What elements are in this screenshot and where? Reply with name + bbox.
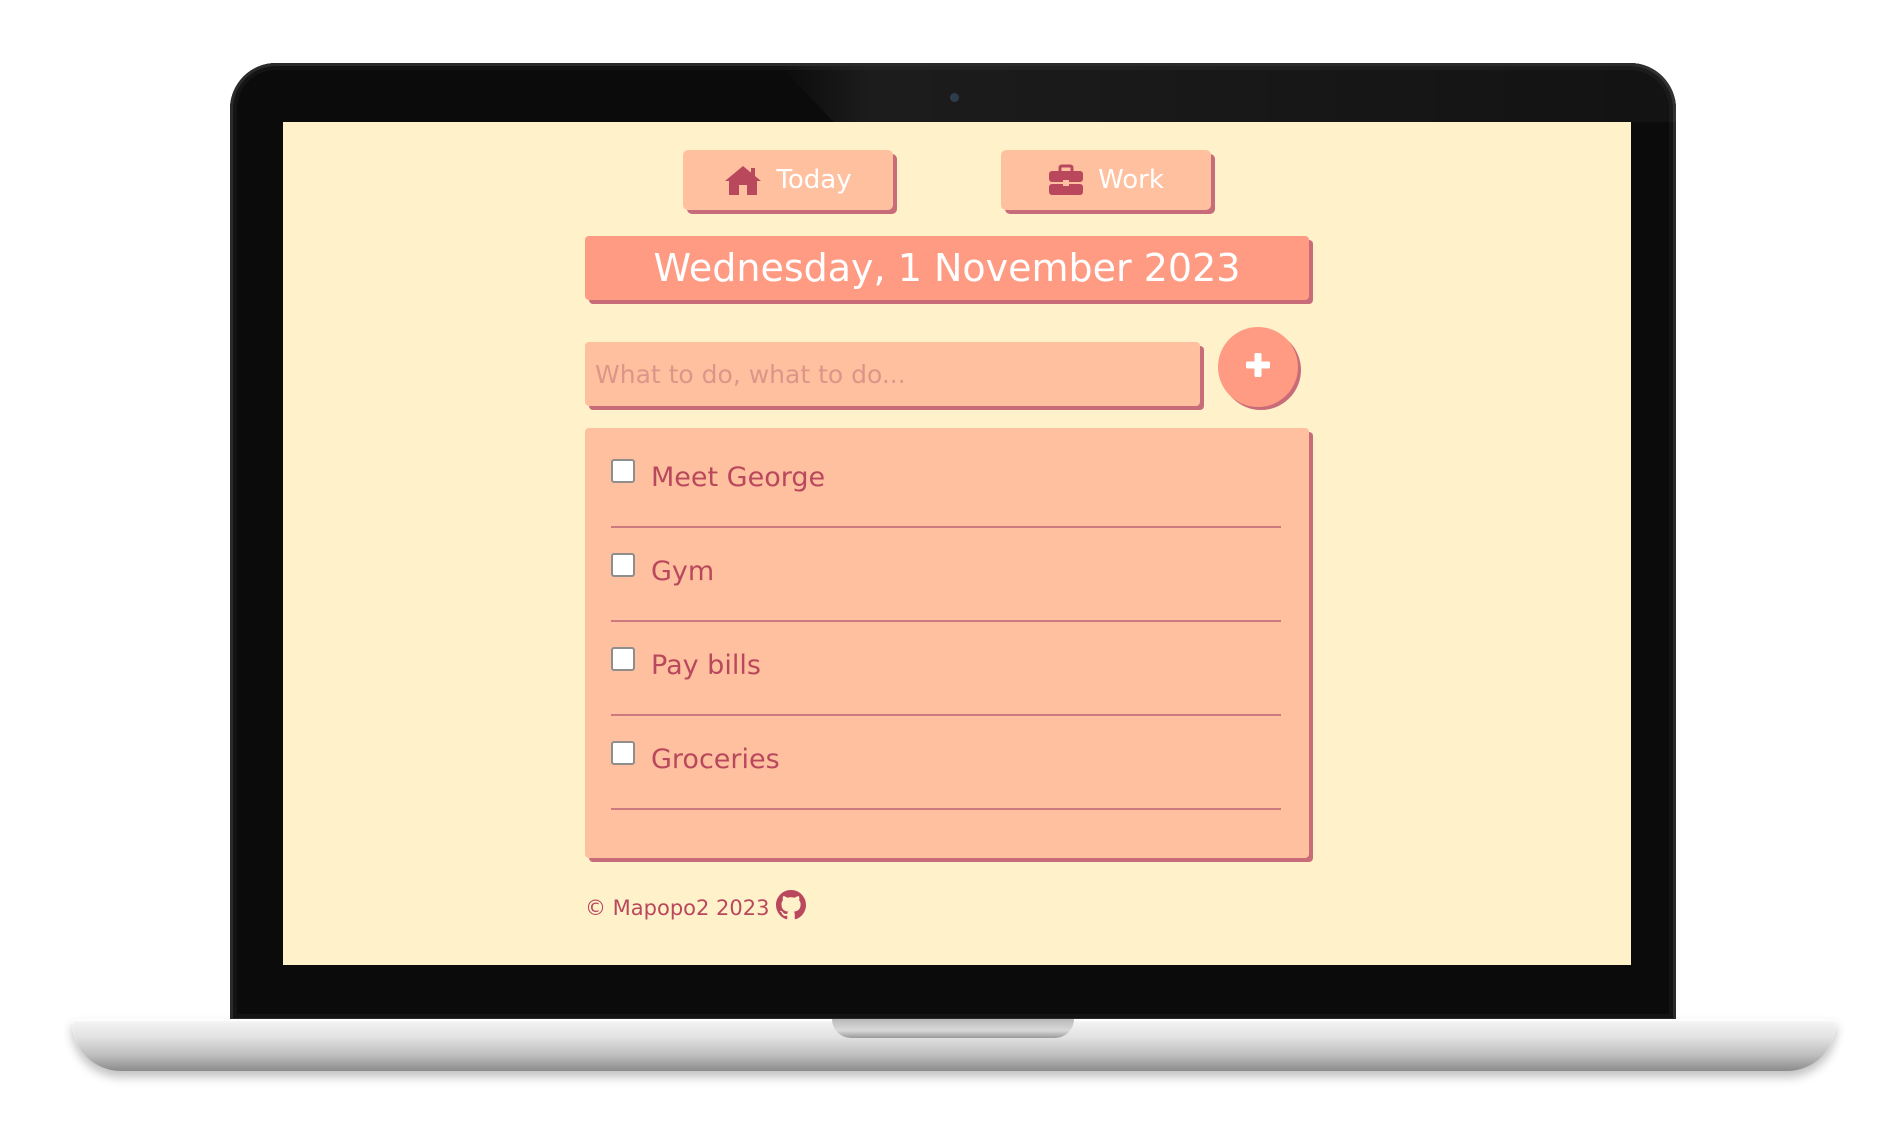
task-item: Gym — [611, 526, 1281, 622]
footer-text: © Mapopo2 2023 — [585, 895, 770, 920]
github-icon[interactable] — [775, 890, 806, 925]
work-button[interactable]: Work — [1001, 150, 1211, 210]
new-task-input[interactable] — [585, 342, 1200, 406]
add-task-button[interactable] — [1218, 327, 1298, 407]
work-button-label: Work — [1098, 165, 1164, 195]
task-checkbox[interactable] — [611, 647, 635, 671]
laptop-screen: Today Work Wednesday, 1 November 2023 Wh… — [283, 122, 1631, 965]
laptop-mockup: Today Work Wednesday, 1 November 2023 Wh… — [0, 0, 1895, 1139]
task-item: Meet George — [611, 432, 1281, 528]
task-item: Groceries — [611, 714, 1281, 810]
webcam — [950, 93, 959, 102]
footer: © Mapopo2 2023 — [585, 890, 806, 925]
task-item: Pay bills — [611, 620, 1281, 716]
briefcase-icon — [1048, 164, 1084, 196]
laptop-notch — [832, 1019, 1074, 1038]
today-button-label: Today — [776, 165, 852, 195]
task-label: Meet George — [651, 462, 826, 493]
todo-app: Today Work Wednesday, 1 November 2023 Wh… — [283, 122, 1631, 965]
date-banner: Wednesday, 1 November 2023 — [585, 236, 1309, 300]
task-label: Groceries — [651, 744, 780, 775]
task-label: Gym — [651, 556, 715, 587]
task-checkbox[interactable] — [611, 553, 635, 577]
task-list: Meet George Gym Pay bills Groceries — [585, 428, 1309, 858]
task-checkbox[interactable] — [611, 459, 635, 483]
task-label: Pay bills — [651, 650, 761, 681]
home-icon — [724, 164, 762, 196]
plus-icon — [1245, 352, 1271, 382]
lid-glare — [780, 66, 1676, 122]
task-checkbox[interactable] — [611, 741, 635, 765]
today-button[interactable]: Today — [683, 150, 893, 210]
